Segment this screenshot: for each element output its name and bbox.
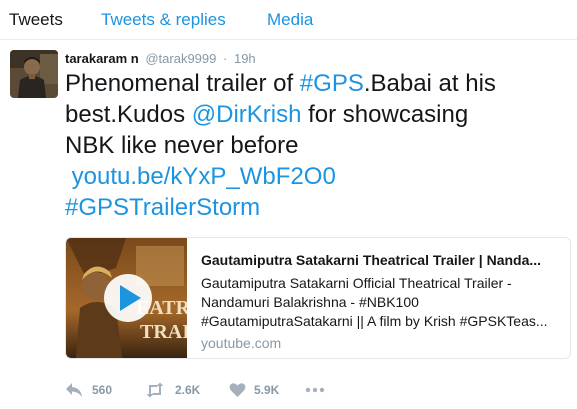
tweet-text-line: NBK like never before bbox=[65, 132, 299, 159]
more-options-button[interactable] bbox=[305, 380, 329, 400]
retweet-count: 2.6K bbox=[175, 383, 201, 397]
retweet-icon bbox=[146, 382, 164, 398]
card-domain: youtube.com bbox=[201, 335, 282, 351]
card-description-line: Gautamiputra Satakarni Official Theatric… bbox=[201, 275, 512, 291]
mention-link[interactable]: @DirKrish bbox=[192, 101, 302, 128]
tweet-text-line: Phenomenal trailer of #GPS.Babai at his bbox=[65, 68, 570, 99]
card-description-line: #GautamiputraSatakarni || A film by Kris… bbox=[201, 313, 548, 329]
separator-dot: · bbox=[223, 51, 228, 66]
url-link[interactable]: youtu.be/kYxP_WbF2O0 bbox=[72, 163, 336, 190]
like-button[interactable]: 5.9K bbox=[229, 380, 299, 400]
thumbnail-text: TRAIL bbox=[140, 321, 187, 343]
more-dots-icon bbox=[305, 387, 325, 393]
card-description-line: Nandamuri Balakrishna - #NBK100 bbox=[201, 294, 419, 310]
card-description: Gautamiputra Satakarni Official Theatric… bbox=[201, 274, 561, 331]
tab-tweets[interactable]: Tweets bbox=[9, 10, 63, 30]
reply-button[interactable]: 560 bbox=[65, 380, 125, 400]
tab-media[interactable]: Media bbox=[267, 10, 313, 30]
reply-count: 560 bbox=[92, 383, 113, 397]
heart-icon bbox=[229, 383, 246, 397]
tweet-text-line: #GPSTrailerStorm bbox=[65, 192, 570, 223]
avatar[interactable] bbox=[10, 50, 58, 98]
tweet-text-line: youtu.be/kYxP_WbF2O0 bbox=[65, 161, 570, 192]
text-segment: for showcasing bbox=[301, 101, 469, 128]
card-title: Gautamiputra Satakarni Theatrical Traile… bbox=[201, 252, 542, 268]
author-name[interactable]: tarakaram n bbox=[65, 51, 139, 66]
tweet-header: tarakaram n @tarak9999 · 19h bbox=[65, 51, 256, 67]
text-segment: best.Kudos bbox=[65, 101, 192, 128]
tweet-text-line: best.Kudos @DirKrish for showcasing bbox=[65, 99, 570, 130]
card-thumbnail[interactable]: EATR TRAIL bbox=[66, 238, 187, 358]
avatar-image bbox=[10, 50, 58, 98]
text-segment: Phenomenal trailer of bbox=[65, 70, 300, 97]
card-body: Gautamiputra Satakarni Theatrical Traile… bbox=[201, 251, 561, 352]
link-preview-card[interactable]: EATR TRAIL Gautamiputra Satakarni Theatr… bbox=[65, 237, 571, 359]
tab-tweets-and-replies[interactable]: Tweets & replies bbox=[101, 10, 226, 30]
like-count: 5.9K bbox=[254, 383, 280, 397]
hashtag-link[interactable]: #GPSTrailerStorm bbox=[65, 194, 260, 221]
tweet-timestamp[interactable]: 19h bbox=[234, 51, 256, 66]
reply-icon bbox=[66, 383, 82, 397]
video-thumbnail-image: EATR TRAIL bbox=[66, 238, 187, 358]
tweet-text: Phenomenal trailer of #GPS.Babai at his … bbox=[65, 68, 570, 223]
hashtag-link[interactable]: #GPS bbox=[300, 70, 364, 97]
profile-tabs: Tweets Tweets & replies Media bbox=[0, 0, 577, 40]
text-segment: .Babai at his bbox=[363, 70, 496, 97]
retweet-button[interactable]: 2.6K bbox=[145, 380, 215, 400]
author-handle[interactable]: @tarak9999 bbox=[145, 51, 216, 66]
